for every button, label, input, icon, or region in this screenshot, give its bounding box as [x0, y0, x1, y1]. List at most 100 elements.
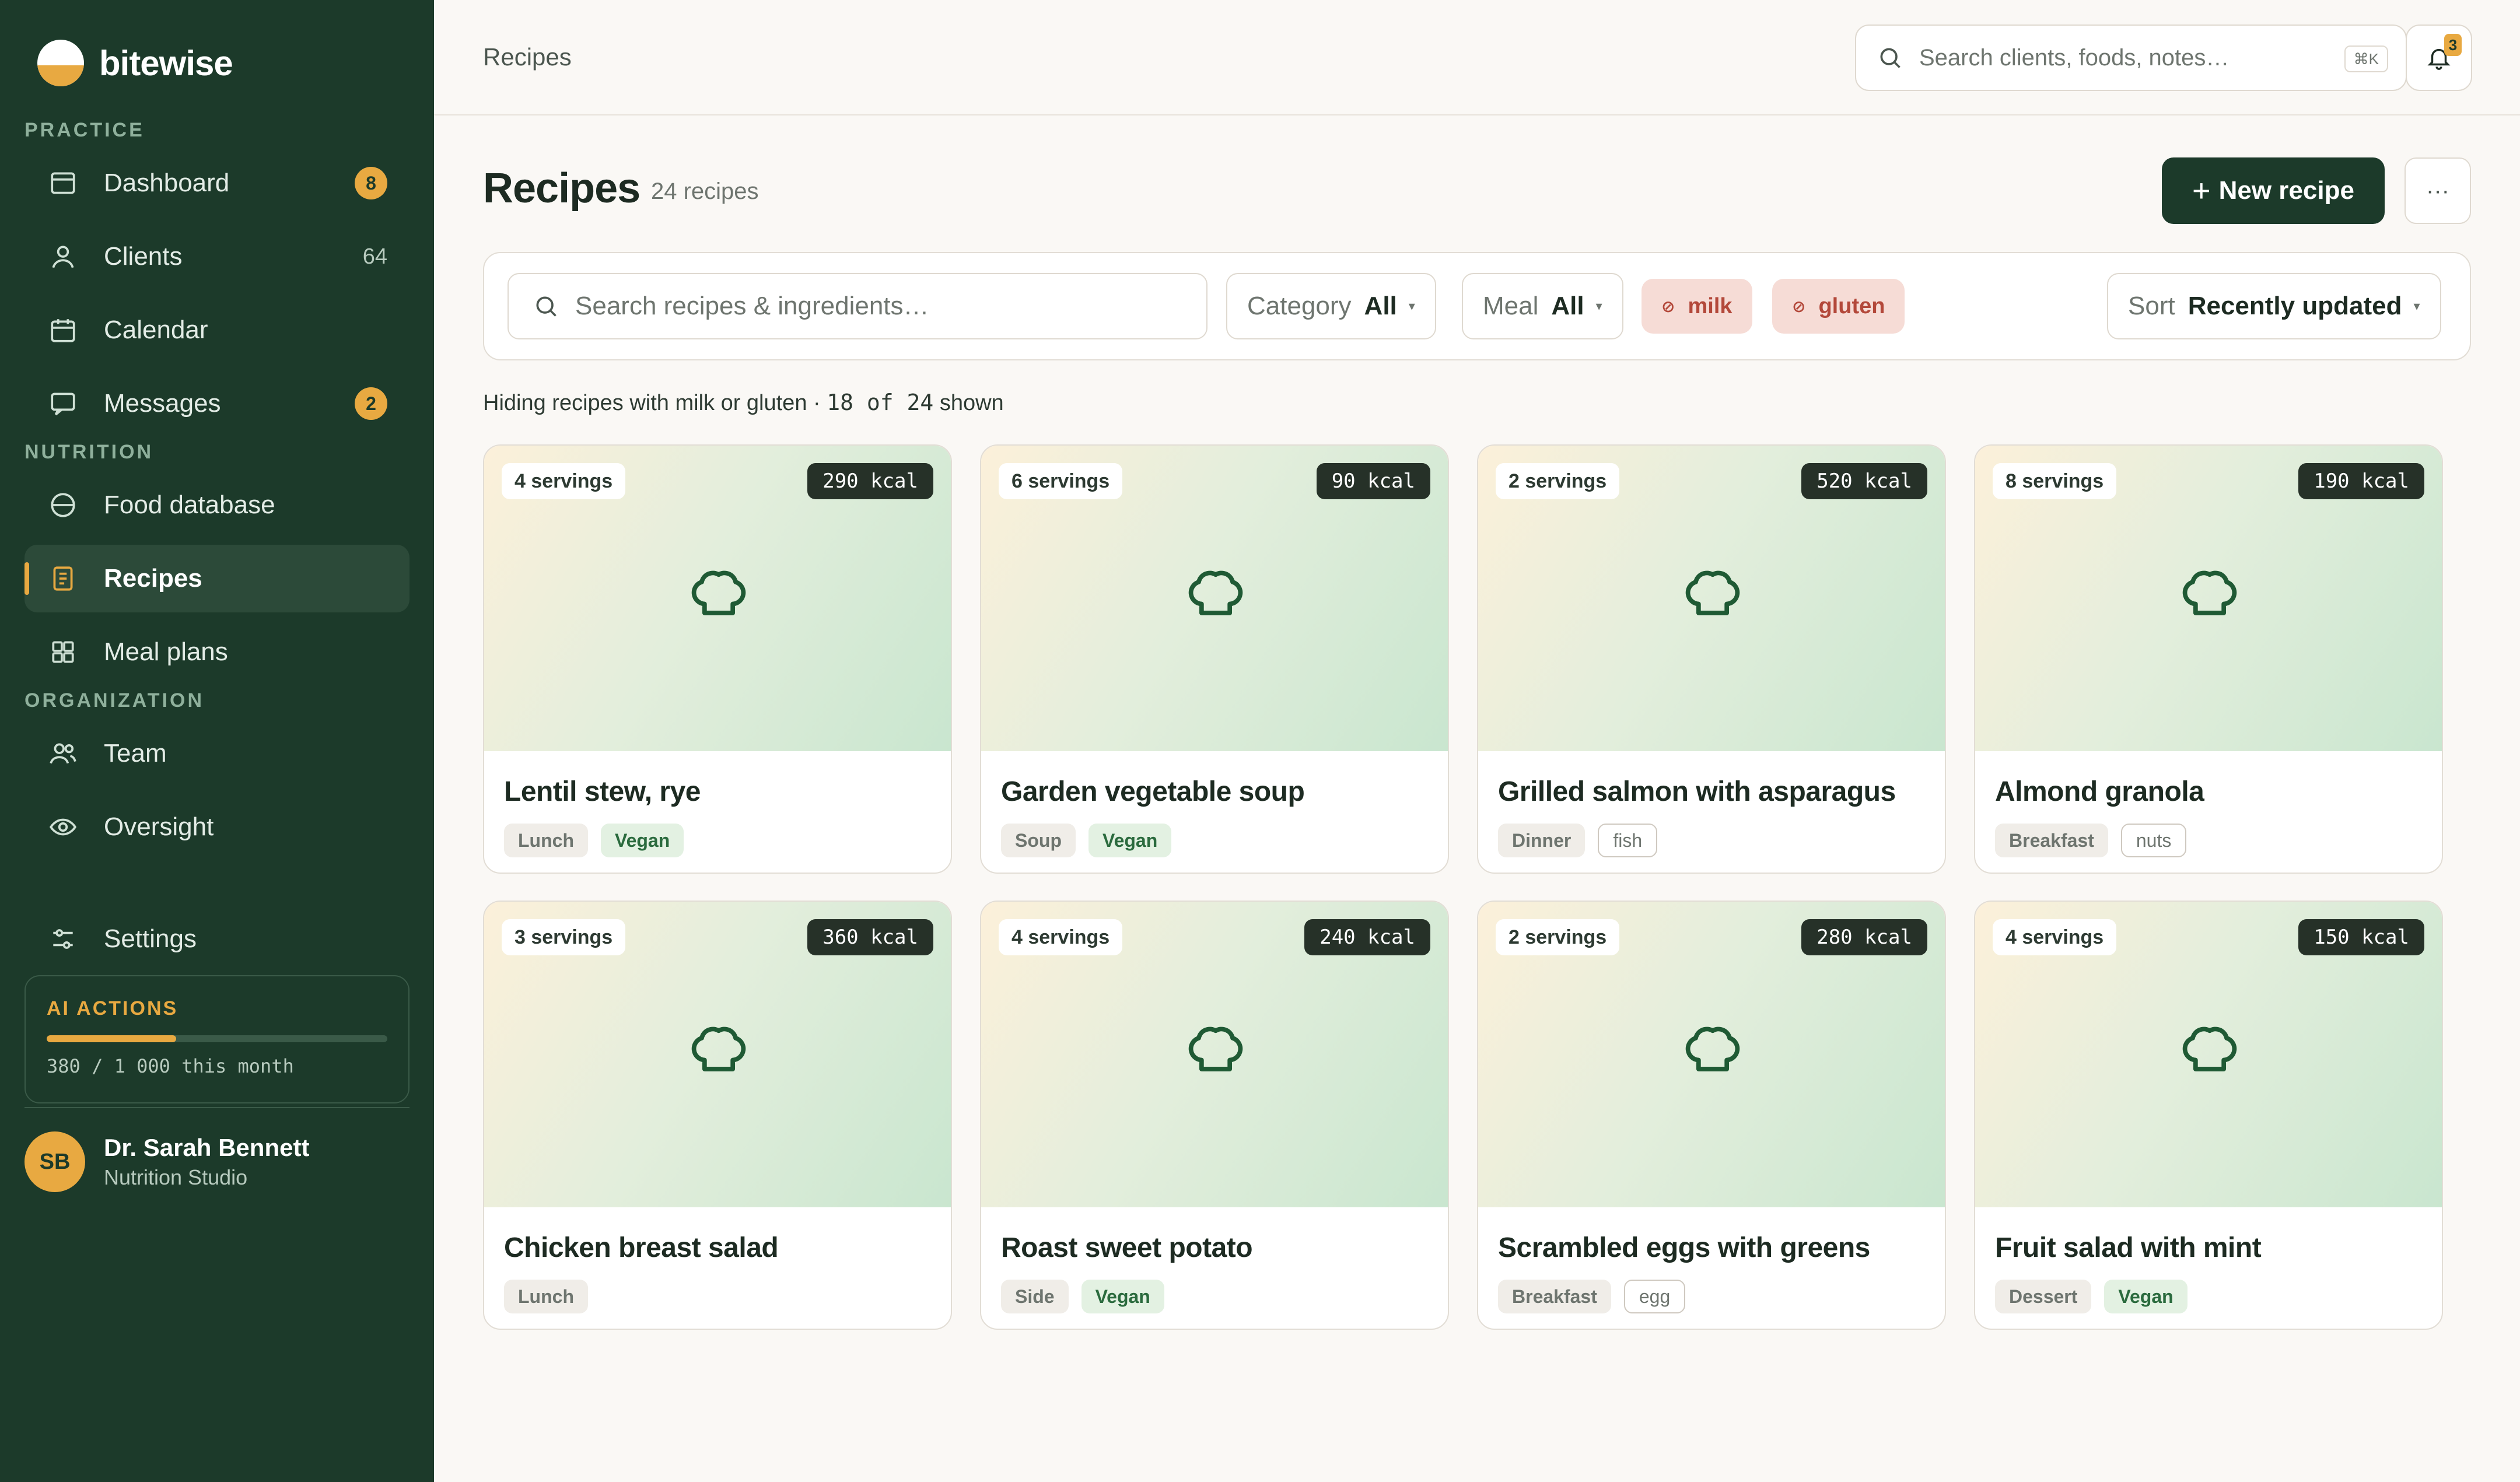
recipe-tag: Vegan — [600, 824, 684, 857]
sidebar-item-label: Dashboard — [104, 169, 230, 197]
kcal-badge: 90 kcal — [1316, 463, 1430, 499]
sliders-icon — [48, 924, 78, 954]
section-label-practice: PRACTICE — [24, 119, 145, 141]
category-value: All — [1364, 292, 1397, 320]
recipe-card[interactable]: 2 servings 520 kcal Grilled salmon with … — [1477, 444, 1946, 874]
recipe-tags: Dessert Vegan — [1995, 1280, 2200, 1313]
servings-badge: 2 servings — [1496, 919, 1620, 955]
recipe-card[interactable]: 6 servings 90 kcal Garden vegetable soup… — [980, 444, 1449, 874]
recipe-image: 4 servings 290 kcal — [484, 446, 951, 751]
section-label-organization: ORGANIZATION — [24, 689, 205, 712]
recipe-card[interactable]: 3 servings 360 kcal Chicken breast salad… — [483, 901, 952, 1330]
filter-result-text: Hiding recipes with milk or gluten · — [483, 391, 827, 415]
breadcrumb[interactable]: Recipes — [483, 43, 572, 71]
dashboard-icon — [48, 168, 78, 198]
recipe-tag: Side — [1001, 1280, 1069, 1313]
ban-icon: ⊘ — [1661, 297, 1675, 316]
page-title: Recipes — [483, 165, 640, 212]
sidebar-item-dashboard[interactable]: Dashboard 8 — [24, 149, 410, 217]
sidebar-item-oversight[interactable]: Oversight — [24, 793, 410, 861]
chef-hat-icon — [1679, 562, 1746, 630]
recipe-tag: Vegan — [1081, 1280, 1164, 1313]
sidebar-item-food-database[interactable]: Food database — [24, 471, 410, 539]
search-icon — [1880, 48, 1901, 68]
chef-hat-icon — [2176, 562, 2244, 630]
meal-value: All — [1551, 292, 1584, 320]
recipe-card[interactable]: 4 servings 150 kcal Fruit salad with min… — [1974, 901, 2443, 1330]
recipe-card[interactable]: 2 servings 280 kcal Scrambled eggs with … — [1477, 901, 1946, 1330]
recipe-tags: Lunch — [504, 1280, 601, 1313]
sidebar-item-settings[interactable]: Settings — [24, 905, 410, 973]
sidebar-item-label: Meal plans — [104, 637, 228, 666]
notifications-button[interactable]: 3 — [2406, 24, 2472, 91]
eye-icon — [48, 812, 78, 842]
recipe-image: 4 servings 240 kcal — [981, 902, 1448, 1207]
ai-usage-bar-fill — [47, 1035, 176, 1042]
recipe-title: Chicken breast salad — [504, 1232, 779, 1263]
kcal-badge: 290 kcal — [807, 463, 933, 499]
sort-label: Sort — [2128, 292, 2175, 320]
sidebar-item-label: Messages — [104, 389, 221, 418]
recipe-icon — [48, 563, 78, 594]
global-search-input[interactable]: Search clients, foods, notes… ⌘K — [1855, 24, 2407, 91]
recipe-count: 24 recipes — [651, 178, 759, 204]
recipe-tags: Dinner fish — [1498, 824, 1670, 857]
sidebar-item-label: Settings — [104, 924, 197, 953]
topbar: Recipes Search clients, foods, notes… ⌘K… — [434, 0, 2520, 115]
user-name: Dr. Sarah Bennett — [104, 1134, 310, 1161]
sidebar-item-recipes[interactable]: Recipes — [24, 545, 410, 612]
recipe-title: Scrambled eggs with greens — [1498, 1232, 1870, 1263]
sidebar-item-calendar[interactable]: Calendar — [24, 296, 410, 364]
recipe-tag: Lunch — [504, 824, 588, 857]
excluded-chip-label: milk — [1688, 293, 1732, 318]
recipe-tag: Vegan — [1088, 824, 1172, 857]
recipe-tags: Soup Vegan — [1001, 824, 1184, 857]
filter-result-suffix: shown — [933, 391, 1004, 415]
more-icon: ··· — [2426, 177, 2449, 204]
category-select[interactable]: Category All ▾ — [1226, 273, 1436, 339]
recipe-title: Garden vegetable soup — [1001, 776, 1305, 807]
grid-icon — [48, 637, 78, 667]
recipe-tags: Side Vegan — [1001, 1280, 1177, 1313]
sidebar: bitewise PRACTICE Dashboard 8 Clients 64… — [0, 0, 434, 1482]
more-options-button[interactable]: ··· — [2404, 157, 2471, 224]
recipe-card[interactable]: 4 servings 240 kcal Roast sweet potato S… — [980, 901, 1449, 1330]
recipe-card[interactable]: 8 servings 190 kcal Almond granola Break… — [1974, 444, 2443, 874]
sidebar-item-team[interactable]: Team — [24, 720, 410, 787]
recipe-tag: nuts — [2120, 824, 2187, 857]
servings-badge: 2 servings — [1496, 463, 1620, 499]
kcal-badge: 190 kcal — [2298, 463, 2424, 499]
new-recipe-button[interactable]: + New recipe — [2162, 157, 2385, 224]
servings-badge: 6 servings — [999, 463, 1123, 499]
plus-icon: + — [2192, 173, 2211, 208]
sidebar-item-label: Team — [104, 739, 167, 768]
excluded-chip-label: gluten — [1818, 293, 1885, 318]
message-icon — [48, 388, 78, 419]
servings-badge: 8 servings — [1993, 463, 2117, 499]
servings-badge: 4 servings — [502, 463, 626, 499]
recipe-search-placeholder: Search recipes & ingredients… — [575, 292, 929, 320]
global-search-placeholder: Search clients, foods, notes… — [1919, 44, 2230, 71]
brand[interactable]: bitewise — [37, 40, 233, 86]
recipe-search-input[interactable]: Search recipes & ingredients… — [508, 273, 1208, 339]
excluded-chip-gluten[interactable]: ⊘ gluten — [1772, 279, 1905, 334]
user-profile[interactable]: SB Dr. Sarah Bennett Nutrition Studio — [24, 1131, 309, 1192]
recipe-image: 8 servings 190 kcal — [1975, 446, 2442, 751]
recipe-image: 3 servings 360 kcal — [484, 902, 951, 1207]
sidebar-item-clients[interactable]: Clients 64 — [24, 223, 410, 290]
chef-hat-icon — [1679, 1018, 1746, 1086]
meal-select[interactable]: Meal All ▾ — [1462, 273, 1623, 339]
excluded-chip-milk[interactable]: ⊘ milk — [1642, 279, 1752, 334]
ai-actions-panel: AI ACTIONS 380 / 1 000 this month — [24, 975, 410, 1103]
new-recipe-label: New recipe — [2218, 176, 2354, 205]
sidebar-item-meal-plans[interactable]: Meal plans — [24, 618, 410, 686]
sidebar-item-messages[interactable]: Messages 2 — [24, 370, 410, 437]
recipe-card[interactable]: 4 servings 290 kcal Lentil stew, rye Lun… — [483, 444, 952, 874]
kcal-badge: 520 kcal — [1801, 463, 1927, 499]
food-icon — [48, 490, 78, 520]
sort-value: Recently updated — [2188, 292, 2402, 320]
sort-select[interactable]: Sort Recently updated ▾ — [2107, 273, 2441, 339]
recipe-title: Fruit salad with mint — [1995, 1232, 2262, 1263]
recipe-tag: Breakfast — [1498, 1280, 1611, 1313]
calendar-icon — [48, 315, 78, 345]
